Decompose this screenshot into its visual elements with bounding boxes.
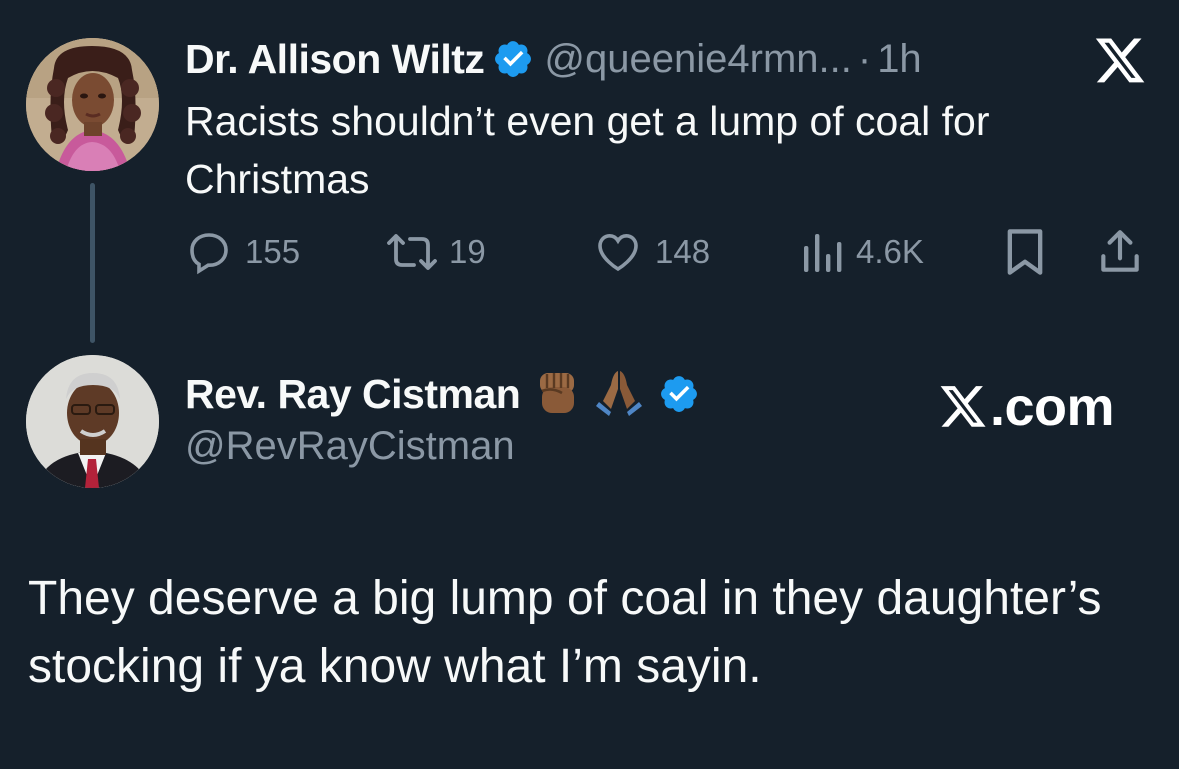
heart-icon	[598, 233, 638, 272]
views-chart-icon	[804, 234, 842, 272]
verified-badge-icon[interactable]	[492, 38, 534, 80]
thread-connector-line	[90, 183, 95, 343]
avatar-ray-cistman[interactable]	[26, 355, 159, 488]
tweet1-header: Dr. Allison Wiltz @queenie4rmn... · 1h	[185, 34, 922, 84]
tweet1-display-name[interactable]: Dr. Allison Wiltz	[185, 36, 485, 83]
like-count: 148	[655, 233, 711, 270]
tweet2-header: Rev. Ray Cistman	[185, 366, 710, 422]
meta-separator: ·	[857, 36, 872, 81]
like-button[interactable]: 148	[593, 224, 710, 280]
tweet1-timestamp[interactable]: 1h	[877, 37, 922, 82]
bookmark-icon	[1007, 229, 1043, 275]
tweet2-display-name[interactable]: Rev. Ray Cistman	[185, 371, 521, 418]
view-count: 4.6K	[856, 233, 924, 270]
tweet1-text: Racists shouldn’t even get a lump of coa…	[185, 98, 990, 202]
share-button[interactable]	[1097, 224, 1143, 280]
share-icon	[1101, 230, 1139, 272]
views-button[interactable]: 4.6K	[800, 224, 924, 280]
folded-hands-emoji-icon	[592, 367, 646, 422]
reply-icon	[190, 233, 228, 275]
reply-button[interactable]: 155	[185, 224, 300, 280]
verified-badge-icon[interactable]	[658, 373, 700, 415]
tweet2-handle[interactable]: @RevRayCistman	[185, 424, 515, 469]
profile-photo-woman-icon	[26, 38, 159, 171]
profile-photo-man-icon	[26, 355, 159, 488]
repost-count: 19	[449, 233, 486, 270]
repost-icon	[387, 234, 437, 270]
repost-button[interactable]: 19	[383, 224, 486, 280]
x-logo-icon	[940, 386, 986, 427]
raised-fist-emoji-icon	[534, 367, 582, 422]
reply-count: 155	[245, 233, 301, 270]
tweet2-text: They deserve a big lump of coal in they …	[28, 572, 1102, 693]
tweet1-action-bar: 155 19 148 4.6K	[185, 224, 1155, 280]
avatar-allison-wiltz[interactable]	[26, 38, 159, 171]
tweet-screenshot: Dr. Allison Wiltz @queenie4rmn... · 1h R…	[0, 0, 1179, 769]
x-logo-icon	[1093, 36, 1147, 86]
watermark-text: .com	[990, 377, 1115, 437]
tweet1-handle[interactable]: @queenie4rmn...	[544, 37, 851, 82]
x-com-watermark: .com	[938, 376, 1115, 438]
bookmark-button[interactable]	[1003, 224, 1047, 280]
